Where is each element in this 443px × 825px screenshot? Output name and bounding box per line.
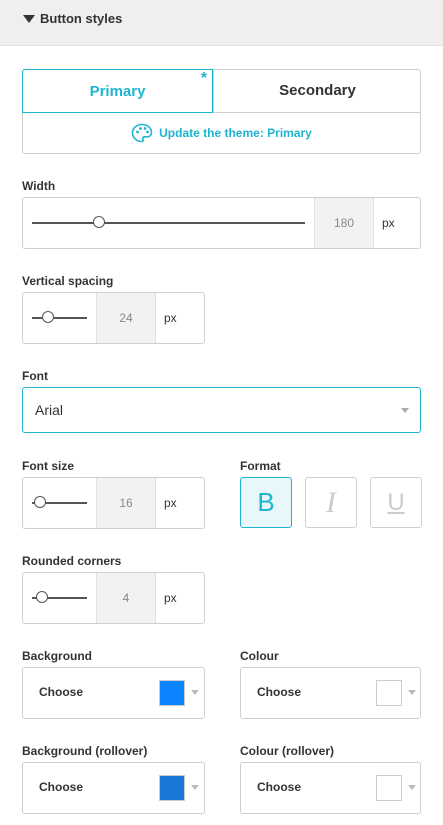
tab-primary[interactable]: Primary * xyxy=(22,69,213,113)
background-rollover-dropdown-arrow-icon[interactable] xyxy=(191,785,199,790)
width-value[interactable]: 180 xyxy=(314,198,374,248)
vertical-spacing-slider-track[interactable] xyxy=(32,317,87,319)
underline-button[interactable]: U xyxy=(370,477,422,528)
update-theme-link[interactable]: Update the theme: Primary xyxy=(22,114,421,152)
vertical-spacing-slider-thumb[interactable] xyxy=(42,311,54,323)
bold-button[interactable]: B xyxy=(240,477,292,528)
background-choose-label: Choose xyxy=(39,685,84,699)
update-theme-label: Update the theme: Primary xyxy=(159,126,312,140)
width-unit: px xyxy=(382,216,395,230)
width-slider-thumb[interactable] xyxy=(93,216,105,228)
background-rollover-label: Background (rollover) xyxy=(22,744,148,758)
collapse-caret-icon[interactable] xyxy=(23,15,35,23)
rounded-corners-slider-thumb[interactable] xyxy=(36,591,48,603)
palette-icon xyxy=(131,123,153,143)
modified-marker: * xyxy=(200,70,207,87)
rounded-corners-label: Rounded corners xyxy=(22,554,122,568)
colour-dropdown-arrow-icon[interactable] xyxy=(408,690,416,695)
width-slider-track[interactable] xyxy=(32,222,305,224)
format-label: Format xyxy=(240,459,281,473)
rounded-corners-unit: px xyxy=(164,591,177,605)
font-size-value[interactable]: 16 xyxy=(96,478,156,528)
section-header[interactable]: Button styles xyxy=(0,0,443,46)
background-rollover-swatch[interactable] xyxy=(159,775,185,801)
font-size-slider-thumb[interactable] xyxy=(34,496,46,508)
background-label: Background xyxy=(22,649,93,663)
font-size-unit: px xyxy=(164,496,177,510)
width-label: Width xyxy=(22,179,56,193)
colour-rollover-label: Colour (rollover) xyxy=(240,744,335,758)
font-select-value: Arial xyxy=(35,402,64,418)
colour-label: Colour xyxy=(240,649,279,663)
rounded-corners-value[interactable]: 4 xyxy=(96,573,156,623)
font-select[interactable]: Arial xyxy=(22,387,421,433)
tab-primary-label: Primary xyxy=(89,82,146,100)
font-label: Font xyxy=(22,369,48,383)
tab-secondary[interactable]: Secondary xyxy=(213,69,421,113)
background-rollover-choose-label: Choose xyxy=(39,780,84,794)
colour-swatch[interactable] xyxy=(376,680,402,706)
colour-rollover-dropdown-arrow-icon[interactable] xyxy=(408,785,416,790)
vertical-spacing-unit: px xyxy=(164,311,177,325)
background-swatch[interactable] xyxy=(159,680,185,706)
font-size-label: Font size xyxy=(22,459,75,473)
vertical-spacing-label: Vertical spacing xyxy=(22,274,114,288)
vertical-spacing-value[interactable]: 24 xyxy=(96,293,156,343)
colour-rollover-choose-label: Choose xyxy=(257,780,302,794)
italic-button[interactable]: I xyxy=(305,477,357,528)
font-dropdown-arrow-icon[interactable] xyxy=(401,408,409,413)
section-title: Button styles xyxy=(40,11,123,26)
background-dropdown-arrow-icon[interactable] xyxy=(191,690,199,695)
colour-rollover-swatch[interactable] xyxy=(376,775,402,801)
colour-choose-label: Choose xyxy=(257,685,302,699)
tab-secondary-label: Secondary xyxy=(279,82,356,99)
